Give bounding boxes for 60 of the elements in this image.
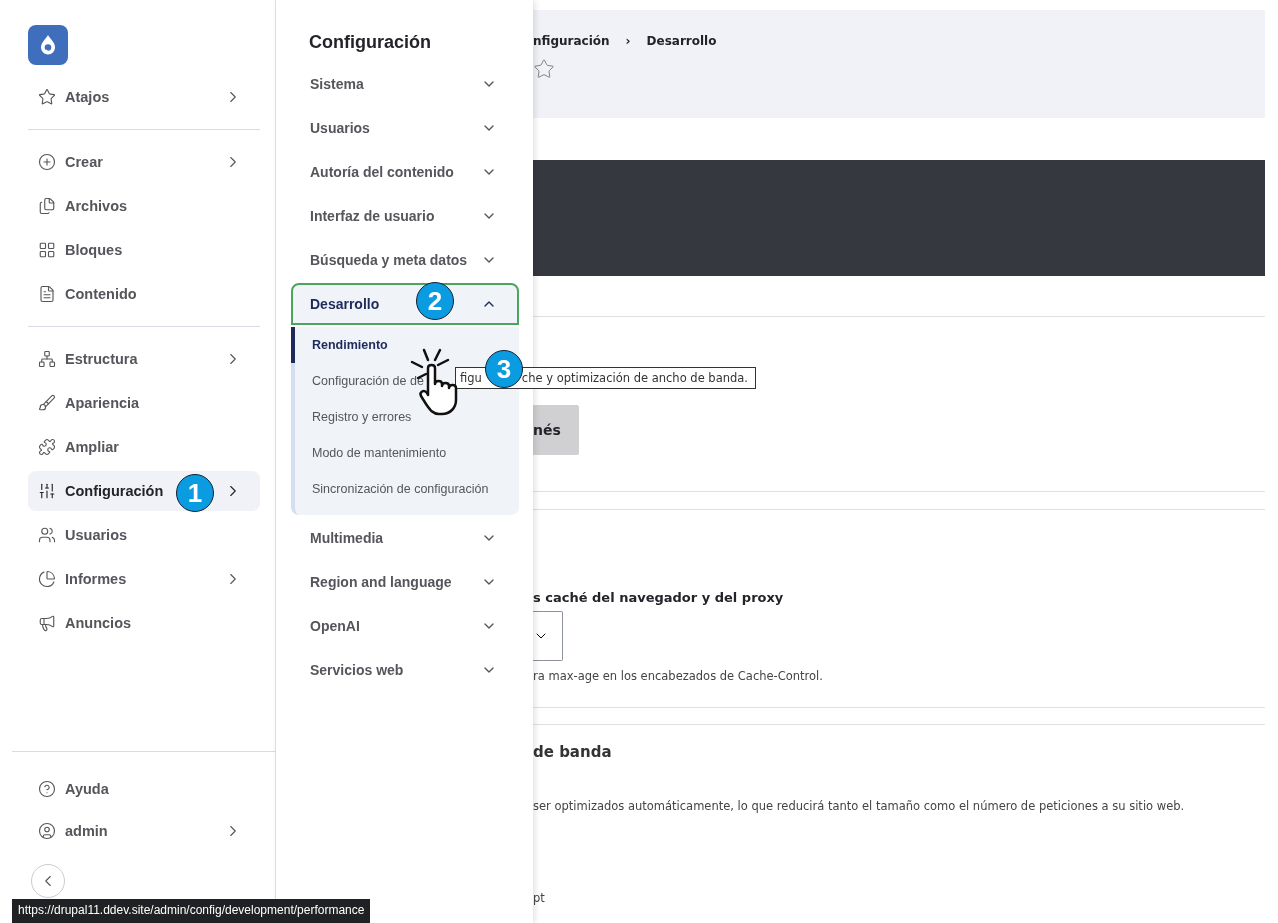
sidebar-item[interactable]: Archivos <box>28 186 260 226</box>
puzzle-icon <box>38 438 56 456</box>
submenu-item[interactable]: Desarrollo 2 <box>291 283 519 325</box>
breadcrumb-link[interactable]: Desarrollo <box>646 34 717 48</box>
submenu-title: Configuración <box>309 32 432 53</box>
star-icon[interactable] <box>533 58 555 80</box>
users-icon <box>38 526 56 544</box>
submenu-item[interactable]: Autoría del contenido <box>291 151 519 193</box>
sidebar-item[interactable]: Atajos <box>28 77 260 117</box>
help-icon <box>38 780 56 798</box>
section-description: ser optimizados automáticamente, lo que reducirá tanto el tamaño como el número de peticiones a su sitio web. <box>533 799 1186 813</box>
document-icon <box>38 285 56 303</box>
sidebar-item[interactable]: Crear <box>28 142 260 182</box>
field-description: ra max-age en los encabezados de Cache-Control. <box>533 669 824 683</box>
sidebar-item[interactable]: Ayuda <box>28 769 260 809</box>
star-icon <box>38 88 56 106</box>
user-icon <box>38 822 56 840</box>
option-label: pt <box>533 891 546 905</box>
sidebar-item[interactable]: Configuración 1 <box>28 471 260 511</box>
sidebar-item[interactable]: Bloques <box>28 230 260 270</box>
action-button[interactable]: nés <box>533 405 579 455</box>
breadcrumb-separator: › <box>625 34 631 48</box>
section-heading: de banda <box>533 743 613 761</box>
field-label: s caché del navegador y del proxy <box>533 590 785 605</box>
sidebar-item[interactable]: Anuncios <box>28 603 260 643</box>
pie-chart-icon <box>38 570 56 588</box>
files-icon <box>38 197 56 215</box>
hierarchy-icon <box>38 350 56 368</box>
submenu-item[interactable]: OpenAI <box>291 605 519 647</box>
sidebar-item[interactable]: Estructura <box>28 339 260 379</box>
grid-icon <box>38 241 56 259</box>
sidebar-item[interactable]: Usuarios <box>28 515 260 555</box>
submenu-item[interactable]: Búsqueda y meta datos <box>291 239 519 281</box>
submenu-item[interactable]: Interfaz de usuario <box>291 195 519 237</box>
status-bar: https://drupal11.ddev.site/admin/config/development/performance <box>12 899 371 923</box>
step-badge: 2 <box>416 282 454 320</box>
sidebar-item[interactable]: admin <box>28 811 260 851</box>
submenu-item[interactable]: Sistema <box>291 63 519 105</box>
sliders-icon <box>38 482 56 500</box>
select-field[interactable] <box>533 611 563 661</box>
sidebar-item[interactable]: Informes <box>28 559 260 599</box>
sidebar-item[interactable]: Ampliar <box>28 427 260 467</box>
submenu-link[interactable]: Sincronización de configuración <box>291 471 519 507</box>
breadcrumb-link[interactable]: nfiguración <box>533 34 610 48</box>
logo-icon[interactable] <box>28 25 68 65</box>
plus-circle-icon <box>38 153 56 171</box>
submenu-item[interactable]: Servicios web <box>291 649 519 691</box>
sidebar-item[interactable]: Contenido <box>28 274 260 314</box>
step-badge: 1 <box>176 474 214 512</box>
submenu-item[interactable]: Usuarios <box>291 107 519 149</box>
submenu-link[interactable]: Registro y errores <box>291 399 519 435</box>
submenu-item[interactable]: Region and language <box>291 561 519 603</box>
brush-icon <box>38 394 56 412</box>
sidebar-item[interactable]: Apariencia <box>28 383 260 423</box>
submenu-link[interactable]: Modo de mantenimiento <box>291 435 519 471</box>
tooltip-text: figu <box>460 371 482 385</box>
submenu-item[interactable]: Multimedia <box>291 517 519 559</box>
collapse-button[interactable] <box>31 864 65 898</box>
megaphone-icon <box>38 614 56 632</box>
tooltip-text: che y optimización de ancho de banda. <box>521 371 748 385</box>
